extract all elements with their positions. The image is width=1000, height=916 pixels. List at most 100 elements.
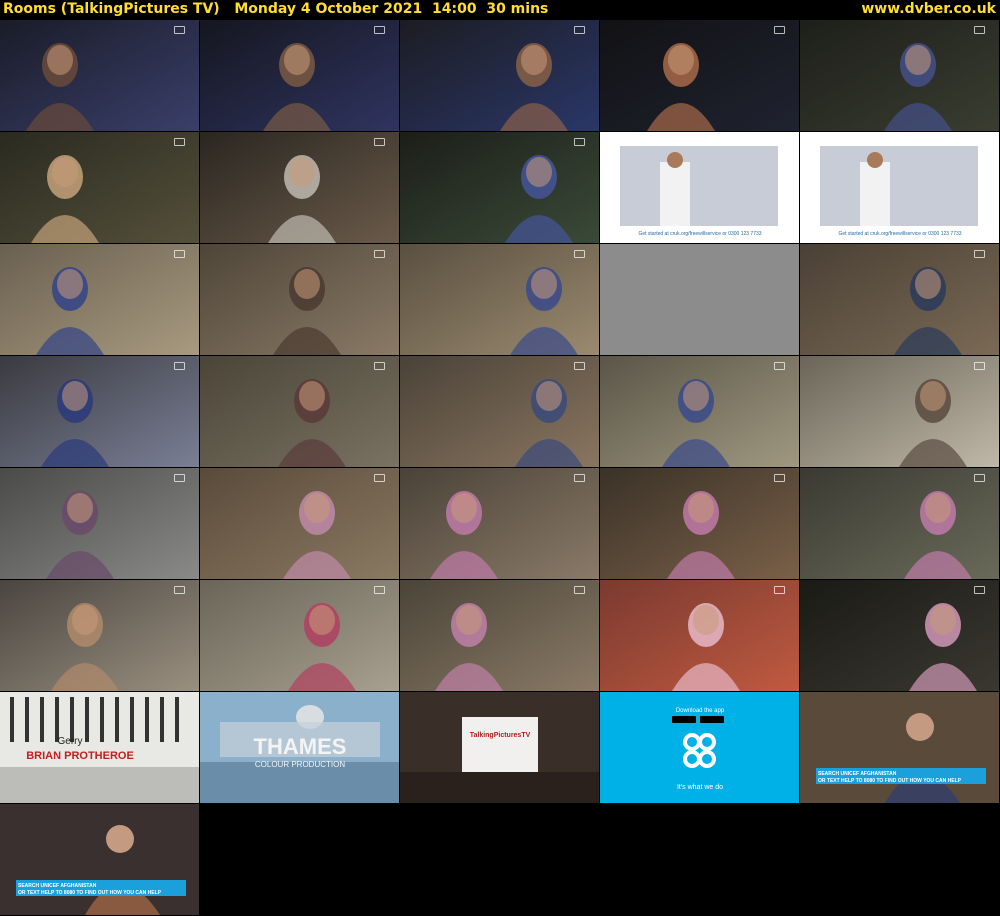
thumbnail-drama[interactable] bbox=[200, 244, 399, 355]
channel-logo-icon bbox=[574, 586, 585, 594]
thumbnail-image bbox=[200, 20, 399, 131]
unicef-search-text: SEARCH UNICEF AFGHANISTAN bbox=[18, 883, 97, 889]
thumbnail-image bbox=[200, 132, 399, 243]
coop-download-text: Download the app bbox=[676, 708, 725, 714]
thumbnail-image bbox=[0, 580, 199, 691]
channel-logo-icon bbox=[374, 586, 385, 594]
thumbnail-drama[interactable] bbox=[0, 356, 199, 467]
thumbnail-drama[interactable] bbox=[400, 356, 599, 467]
thumbnail-image bbox=[400, 580, 599, 691]
credit-name: BRIAN PROTHEROE bbox=[26, 750, 134, 762]
thumbnail-gray[interactable] bbox=[600, 244, 799, 355]
thumbnail-image bbox=[600, 244, 799, 355]
thumbnail-ad-cruk[interactable]: Get started at cruk.org/freewillservice … bbox=[600, 132, 799, 243]
channel-logo-icon bbox=[174, 138, 185, 146]
thumbnail-image: Get started at cruk.org/freewillservice … bbox=[800, 132, 999, 243]
thumbnail-drama[interactable] bbox=[0, 244, 199, 355]
thumbnail-drama[interactable] bbox=[800, 580, 999, 691]
thumbnail-image bbox=[200, 580, 399, 691]
thumbnail-image: Get started at cruk.org/freewillservice … bbox=[600, 132, 799, 243]
thumbnail-image bbox=[0, 468, 199, 579]
thumbnail-drama[interactable] bbox=[400, 132, 599, 243]
ad-caption: Get started at cruk.org/freewillservice … bbox=[838, 231, 961, 237]
thumbnail-image bbox=[0, 356, 199, 467]
channel-logo-icon bbox=[374, 474, 385, 482]
channel-logo-icon bbox=[774, 586, 785, 594]
channel-logo-icon bbox=[374, 250, 385, 258]
thumbnail-drama[interactable] bbox=[600, 20, 799, 131]
thumbnail-image bbox=[0, 20, 199, 131]
thumbnail-image bbox=[600, 580, 799, 691]
thumbnail-image bbox=[400, 468, 599, 579]
tptv-logo: TalkingPicturesTV bbox=[470, 732, 531, 739]
channel-logo-icon bbox=[974, 250, 985, 258]
thumbnail-image bbox=[0, 244, 199, 355]
thumbnail-drama[interactable] bbox=[0, 20, 199, 131]
thumbnail-image: TalkingPicturesTV bbox=[400, 692, 599, 803]
credit-name-small: Gerry bbox=[58, 736, 83, 747]
thumbnail-image bbox=[400, 244, 599, 355]
thumbnail-image: Gerry BRIAN PROTHEROE bbox=[0, 692, 199, 803]
channel-logo-icon bbox=[574, 362, 585, 370]
site-link[interactable]: www.dvber.co.uk bbox=[861, 1, 996, 17]
thumbnail-drama[interactable] bbox=[400, 580, 599, 691]
thames-subtitle: COLOUR PRODUCTION bbox=[255, 760, 345, 769]
thumbnail-drama[interactable] bbox=[0, 132, 199, 243]
channel-logo-icon bbox=[774, 362, 785, 370]
thumbnail-unicef-child[interactable]: SEARCH UNICEF AFGHANISTAN OR TEXT HELP TO… bbox=[0, 804, 199, 915]
thumbnail-drama[interactable] bbox=[400, 244, 599, 355]
thumbnail-unicef-man[interactable]: SEARCH UNICEF AFGHANISTAN OR TEXT HELP TO… bbox=[800, 692, 999, 803]
thumbnail-image bbox=[600, 20, 799, 131]
thumbnail-image bbox=[600, 468, 799, 579]
channel-logo-icon bbox=[174, 586, 185, 594]
thumbnail-drama[interactable] bbox=[600, 356, 799, 467]
thumbnail-drama[interactable] bbox=[0, 468, 199, 579]
channel-logo-icon bbox=[574, 474, 585, 482]
thumbnail-drama[interactable] bbox=[200, 20, 399, 131]
thumbnail-drama[interactable] bbox=[800, 20, 999, 131]
channel-logo-icon bbox=[774, 26, 785, 34]
channel-logo-icon bbox=[174, 474, 185, 482]
thumbnail-image bbox=[800, 356, 999, 467]
thumbnail-drama[interactable] bbox=[800, 356, 999, 467]
unicef-search-text: SEARCH UNICEF AFGHANISTAN bbox=[818, 771, 897, 777]
thumbnail-thames[interactable]: THAMES COLOUR PRODUCTION bbox=[200, 692, 399, 803]
channel-logo-icon bbox=[174, 250, 185, 258]
thumbnail-tptv[interactable]: TalkingPicturesTV bbox=[400, 692, 599, 803]
header-bar: Rooms (TalkingPictures TV) Monday 4 Octo… bbox=[0, 0, 1000, 20]
thumbnail-drama[interactable] bbox=[400, 468, 599, 579]
thumbnail-drama[interactable] bbox=[600, 580, 799, 691]
ad-caption: Get started at cruk.org/freewillservice … bbox=[638, 231, 761, 237]
thumbnail-image bbox=[800, 580, 999, 691]
channel-logo-icon bbox=[974, 362, 985, 370]
thumbnail-drama[interactable] bbox=[200, 580, 399, 691]
unicef-text-help: OR TEXT HELP TO 8080 TO FIND OUT HOW YOU… bbox=[18, 890, 162, 896]
thumbnail-image: SEARCH UNICEF AFGHANISTANOR TEXT HELP TO… bbox=[0, 804, 199, 915]
thumbnail-drama[interactable] bbox=[200, 132, 399, 243]
thumbnail-image bbox=[200, 468, 399, 579]
channel-logo-icon bbox=[574, 250, 585, 258]
thumbnail-ad-cruk[interactable]: Get started at cruk.org/freewillservice … bbox=[800, 132, 999, 243]
thumbnail-image bbox=[200, 244, 399, 355]
thumbnail-drama[interactable] bbox=[200, 468, 399, 579]
thumbnail-drama[interactable] bbox=[800, 468, 999, 579]
thumbnail-coop[interactable]: Download the app It's what we do bbox=[600, 692, 799, 803]
thumbnail-drama[interactable] bbox=[0, 580, 199, 691]
channel-logo-icon bbox=[374, 26, 385, 34]
thumbnail-image: SEARCH UNICEF AFGHANISTANOR TEXT HELP TO… bbox=[800, 692, 999, 803]
thumbnail-drama[interactable] bbox=[400, 20, 599, 131]
channel-logo-icon bbox=[174, 362, 185, 370]
thumbnail-image bbox=[600, 356, 799, 467]
thumbnail-title-card[interactable]: Gerry BRIAN PROTHEROE bbox=[0, 692, 199, 803]
thumbnail-drama[interactable] bbox=[600, 468, 799, 579]
channel-logo-icon bbox=[174, 26, 185, 34]
thumbnail-drama[interactable] bbox=[800, 244, 999, 355]
unicef-text-help: OR TEXT HELP TO 8080 TO FIND OUT HOW YOU… bbox=[818, 778, 962, 784]
channel-logo-icon bbox=[974, 474, 985, 482]
channel-logo-icon bbox=[974, 586, 985, 594]
thumbnail-image bbox=[400, 20, 599, 131]
thumbnail-image bbox=[800, 20, 999, 131]
thumbnail-grid: Get started at cruk.org/freewillservice … bbox=[0, 20, 1000, 916]
thumbnail-drama[interactable] bbox=[200, 356, 399, 467]
thumbnail-image bbox=[800, 468, 999, 579]
